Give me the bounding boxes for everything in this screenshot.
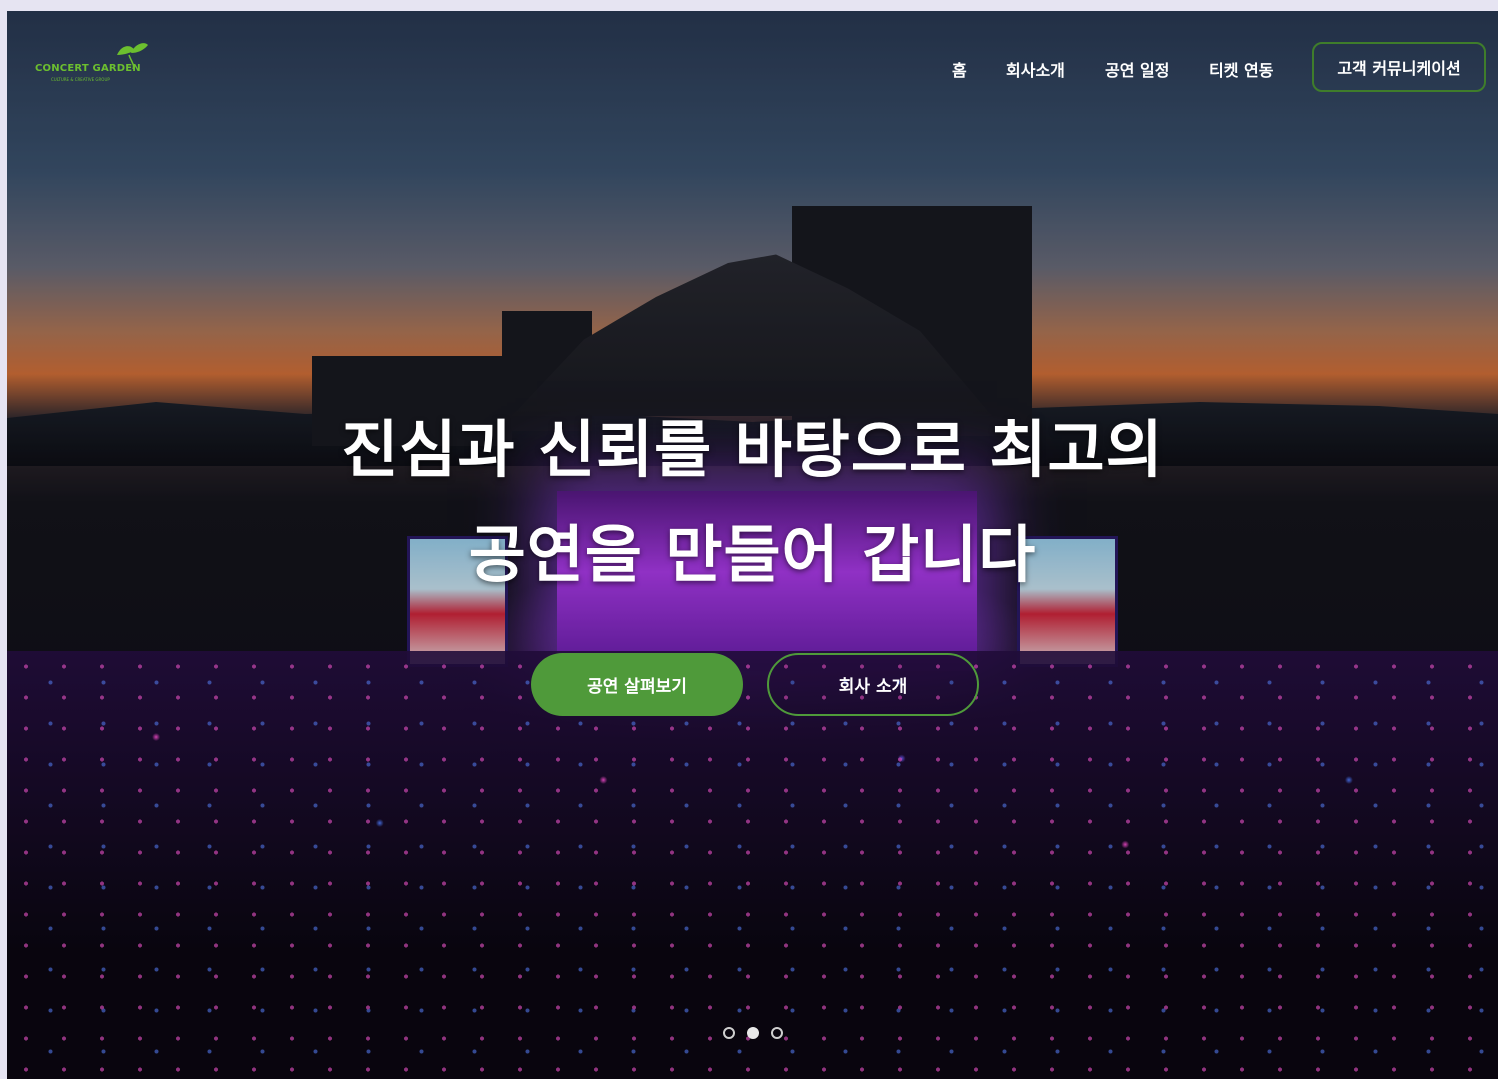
hero-headline-line2: 공연을 만들어 갑니다 (468, 518, 1037, 591)
nav-item-tickets[interactable]: 티켓 연동 (1209, 57, 1273, 81)
site-logo[interactable]: CONCERT GARDEN CULTURE & CREATIVE GROUP (35, 41, 153, 103)
carousel-dot-1[interactable] (723, 1027, 735, 1039)
hero-headline-line1: 진심과 신뢰를 바탕으로 최고의 (341, 413, 1164, 486)
brand-tagline: CULTURE & CREATIVE GROUP (51, 77, 110, 82)
hero-section: CONCERT GARDEN CULTURE & CREATIVE GROUP … (7, 11, 1498, 1079)
nav-item-about[interactable]: 회사소개 (1006, 57, 1065, 81)
carousel-dot-3[interactable] (771, 1027, 783, 1039)
brand-name: CONCERT GARDEN (35, 63, 141, 74)
customer-communication-button[interactable]: 고객 커뮤니케이션 (1312, 42, 1486, 92)
carousel-indicators (723, 1027, 783, 1039)
explore-shows-button[interactable]: 공연 살펴보기 (531, 653, 743, 716)
carousel-dot-2[interactable] (747, 1027, 759, 1039)
nav-item-schedule[interactable]: 공연 일정 (1105, 57, 1169, 81)
company-intro-button[interactable]: 회사 소개 (767, 653, 979, 716)
nav-item-home[interactable]: 홈 (952, 57, 967, 81)
